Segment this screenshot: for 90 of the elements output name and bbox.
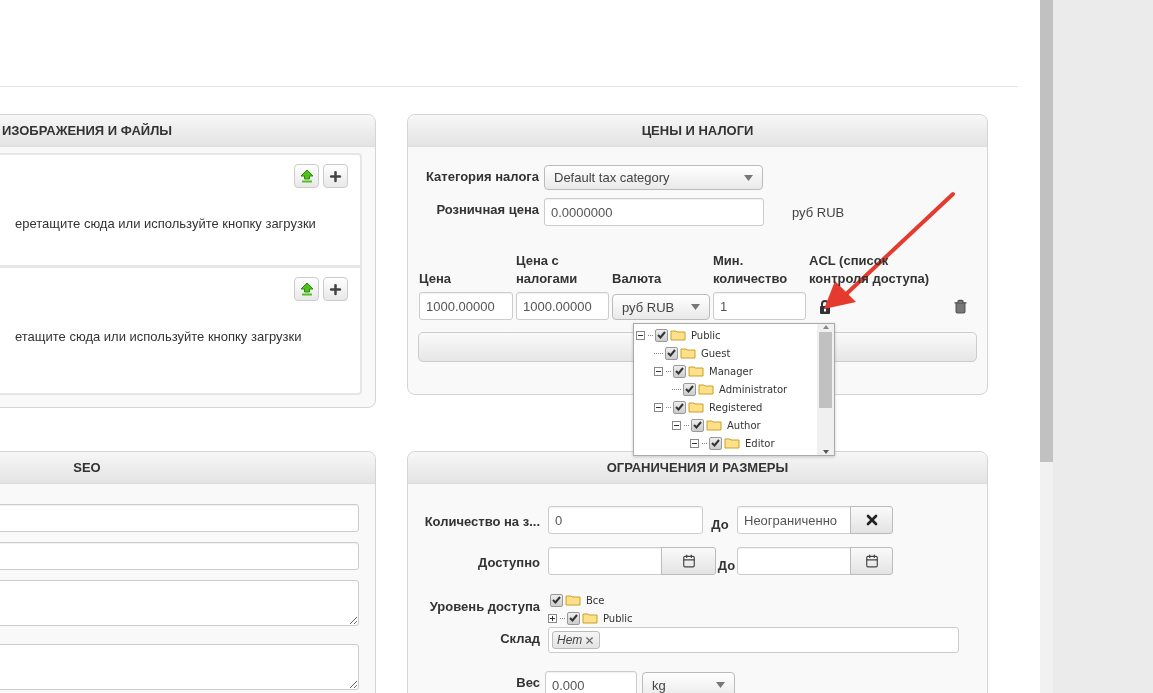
caret-icon	[744, 174, 753, 181]
tree-item-label[interactable]: Manager	[709, 365, 753, 377]
up-arrow-icon[interactable]	[821, 324, 830, 330]
price-field[interactable]: 1000.00000	[419, 292, 513, 320]
panel-title: ЦЕНЫ И НАЛОГИ	[408, 115, 987, 147]
field-label: Доступно	[477, 554, 540, 570]
field-label: Розничная цена	[435, 201, 539, 217]
checkbox[interactable]	[673, 400, 686, 414]
expand-toggle[interactable]	[548, 613, 557, 623]
collapse-toggle[interactable]	[672, 420, 681, 430]
caret-icon	[691, 304, 700, 310]
currency-label: руб RUB	[792, 204, 845, 220]
collapse-toggle[interactable]	[654, 366, 663, 376]
stock-max-field[interactable]: Неограниченно	[737, 506, 851, 534]
currency-select[interactable]: руб RUB	[612, 294, 710, 320]
folder-icon	[582, 612, 598, 624]
add-button[interactable]	[323, 277, 348, 301]
folder-icon	[565, 594, 581, 606]
remove-icon[interactable]	[584, 634, 596, 646]
plus-icon	[328, 168, 343, 184]
column-header: Цена с налогами	[516, 252, 579, 288]
folder-icon	[724, 437, 740, 449]
stock-field[interactable]: 0	[548, 506, 703, 534]
field-label: Склад	[499, 630, 540, 646]
checkbox[interactable]	[550, 593, 563, 607]
price-with-tax-field[interactable]: 1000.00000	[516, 292, 609, 320]
date-field[interactable]	[548, 547, 662, 575]
checkbox[interactable]	[665, 346, 678, 360]
clear-button[interactable]	[850, 506, 893, 534]
checkbox[interactable]	[673, 364, 686, 378]
calendar-icon	[864, 554, 879, 568]
field-label: Уровень доступа	[428, 598, 540, 614]
down-arrow-icon[interactable]	[821, 449, 830, 455]
calendar-button[interactable]	[850, 547, 893, 575]
folder-icon	[698, 383, 714, 395]
calendar-icon	[681, 554, 696, 568]
collapse-toggle[interactable]	[636, 330, 645, 340]
scrollbar[interactable]	[817, 324, 834, 455]
tree-item-label[interactable]: Guest	[701, 347, 731, 359]
tree-item-label[interactable]: Public	[603, 612, 633, 624]
tree-item-label[interactable]: Registered	[709, 401, 763, 413]
folder-icon	[706, 419, 722, 431]
min-quantity-field[interactable]: 1	[713, 292, 806, 320]
tree-item-label[interactable]: Administrator	[719, 383, 788, 395]
panel-title: ОГРАНИЧЕНИЯ И РАЗМЕРЫ	[408, 452, 987, 484]
collapse-toggle[interactable]	[690, 438, 699, 448]
folder-icon	[680, 347, 696, 359]
tree-item-label[interactable]: Все	[586, 594, 605, 606]
unit-select[interactable]: kg	[642, 671, 735, 693]
checkbox[interactable]	[691, 418, 704, 432]
checkbox[interactable]	[655, 328, 668, 342]
upload-button[interactable]	[294, 277, 319, 301]
upload-icon	[299, 169, 314, 183]
plus-icon	[328, 281, 343, 297]
field-label: Количество на з...	[423, 513, 540, 529]
warehouse-field[interactable]: Нет	[548, 627, 959, 653]
panel-title: ИЗОБРАЖЕНИЯ И ФАЙЛЫ	[0, 115, 375, 147]
tree-item-label[interactable]: Author	[727, 419, 761, 431]
add-button[interactable]	[323, 164, 348, 188]
calendar-button[interactable]	[661, 547, 716, 575]
checkbox[interactable]	[709, 436, 722, 450]
field-label: Вес	[515, 674, 540, 690]
column-header: Валюта	[612, 270, 663, 288]
date-field[interactable]	[737, 547, 851, 575]
field-label: До	[716, 556, 737, 573]
scrollbar[interactable]	[1040, 0, 1053, 693]
collapse-toggle[interactable]	[654, 402, 663, 412]
retail-price-field[interactable]: 0.0000000	[544, 198, 764, 226]
drop-hint: еретащите сюда или используйте кнопку загрузки	[14, 216, 317, 231]
upload-button[interactable]	[294, 164, 319, 188]
panel-title: SEO	[0, 452, 375, 484]
tax-category-select[interactable]: Default tax category	[544, 165, 763, 190]
folder-icon	[688, 401, 704, 413]
upload-icon	[299, 282, 314, 296]
tree-item-label[interactable]: Public	[691, 329, 721, 341]
field-label: До	[710, 515, 730, 532]
trash-icon[interactable]	[953, 299, 968, 314]
checkbox[interactable]	[683, 382, 696, 396]
weight-field[interactable]: 0.000	[545, 671, 637, 693]
tree-item-label[interactable]: Editor	[745, 437, 775, 449]
column-header: Мин. количество	[713, 252, 789, 288]
folder-icon	[688, 365, 704, 377]
checkbox[interactable]	[567, 611, 580, 625]
tag: Нет	[552, 631, 601, 649]
caret-icon	[716, 682, 725, 688]
drop-hint: етащите сюда или используйте кнопку загрузки	[14, 329, 303, 344]
field-label: Категория налога	[425, 168, 539, 184]
plus-icon	[549, 614, 556, 622]
column-header: Цена	[419, 270, 452, 288]
folder-icon	[670, 329, 686, 341]
